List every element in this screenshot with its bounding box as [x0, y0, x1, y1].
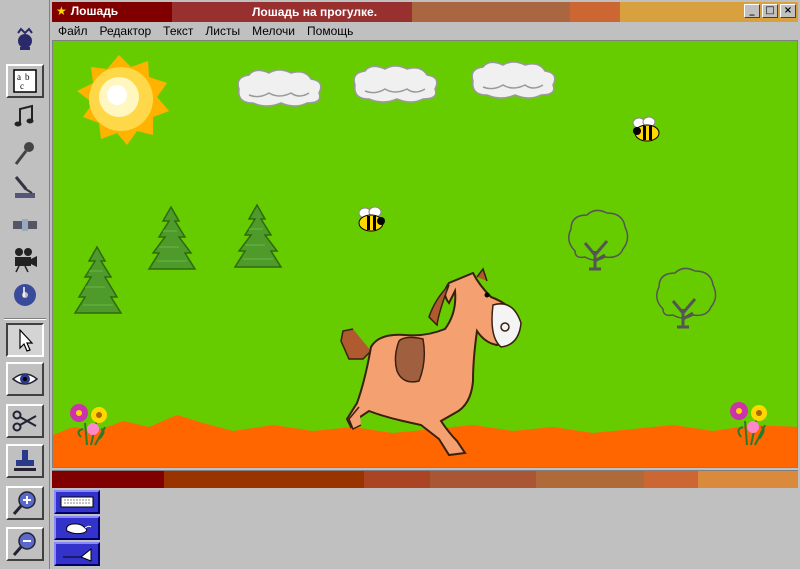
- trumpet-button[interactable]: [54, 542, 100, 566]
- menu-sheets[interactable]: Листы: [205, 24, 240, 38]
- text-tool[interactable]: a b c: [6, 64, 44, 98]
- palette-swatch[interactable]: [52, 471, 164, 489]
- movie-camera-icon: [15, 248, 37, 273]
- keyboard-icon: [60, 496, 94, 508]
- menu-editor[interactable]: Редактор: [100, 24, 152, 38]
- music-tool[interactable]: [6, 100, 44, 134]
- scene-svg: [53, 55, 797, 467]
- horse[interactable]: [340, 267, 522, 457]
- microphone-tool[interactable]: [6, 136, 44, 170]
- oak-tree[interactable]: [656, 267, 717, 329]
- oak-tree[interactable]: [568, 209, 629, 271]
- cd-music-icon: [14, 284, 36, 306]
- menu-misc[interactable]: Мелочи: [252, 24, 295, 38]
- bee[interactable]: [632, 116, 660, 142]
- document-title: Лошадь на прогулке.: [252, 5, 378, 19]
- zoom-out-tool[interactable]: [6, 527, 44, 561]
- stamp-tool[interactable]: [6, 444, 44, 478]
- character-tool[interactable]: [6, 22, 44, 56]
- mouse-icon: [66, 523, 92, 535]
- palette-swatch[interactable]: [698, 471, 798, 489]
- text-letters-icon: a b c: [13, 69, 37, 93]
- title-bar-segment: [570, 2, 620, 22]
- app-title-text: Лошадь: [70, 4, 119, 18]
- scanner-tool[interactable]: [6, 170, 44, 204]
- palette-swatch[interactable]: [536, 471, 644, 489]
- app-title: ★ Лошадь: [56, 4, 118, 18]
- stamp-icon: [14, 450, 36, 471]
- bottom-panel: [52, 488, 798, 569]
- toolbar-separator: [4, 318, 46, 320]
- title-bar: ★ Лошадь Лошадь на прогулке. _ □ ×: [52, 2, 798, 22]
- zoom-out-icon: [12, 532, 36, 556]
- movie-camera-tool[interactable]: [6, 242, 44, 276]
- eye-icon: [11, 373, 39, 385]
- cloud[interactable]: [353, 65, 438, 103]
- menu-file[interactable]: Файл: [58, 24, 88, 38]
- zoom-in-tool[interactable]: [6, 486, 44, 520]
- bee[interactable]: [358, 206, 385, 232]
- scissors-tool[interactable]: [6, 404, 44, 438]
- menu-text[interactable]: Текст: [163, 24, 193, 38]
- menu-bar: Файл Редактор Текст Листы Мелочи Помощь: [52, 22, 798, 40]
- palette-swatch[interactable]: [164, 471, 364, 489]
- zoom-in-icon: [12, 491, 36, 515]
- palette-swatch[interactable]: [644, 471, 698, 489]
- pointer-tool[interactable]: [6, 323, 44, 357]
- menu-help[interactable]: Помощь: [307, 24, 353, 38]
- app-window: a b c ★ Лошадь Лошадь на прогулке. _ □ ×…: [0, 0, 800, 569]
- sun[interactable]: [77, 55, 169, 145]
- filmstrip-tool[interactable]: [6, 208, 44, 242]
- color-palette: [52, 470, 798, 489]
- eye-tool[interactable]: [6, 362, 44, 396]
- palette-swatch[interactable]: [364, 471, 430, 489]
- maximize-button[interactable]: □: [762, 4, 778, 18]
- pine-tree[interactable]: [73, 245, 123, 314]
- svg-text:b: b: [25, 72, 30, 82]
- star-icon: ★: [56, 4, 67, 18]
- pine-tree[interactable]: [233, 203, 283, 268]
- minimize-button[interactable]: _: [744, 4, 760, 18]
- scene-canvas[interactable]: [52, 40, 798, 468]
- cloud[interactable]: [471, 61, 556, 99]
- pointer-arrow-icon: [19, 328, 34, 352]
- close-button[interactable]: ×: [780, 4, 796, 18]
- mouse-button[interactable]: [54, 516, 100, 540]
- character-icon: [17, 27, 33, 50]
- cloud[interactable]: [237, 69, 322, 107]
- title-bar-segment: [412, 2, 570, 22]
- scanner-icon: [14, 176, 35, 198]
- microphone-icon: [14, 142, 34, 165]
- palette-swatch[interactable]: [430, 471, 536, 489]
- keyboard-button[interactable]: [54, 490, 100, 514]
- cd-music-tool[interactable]: [6, 278, 44, 312]
- filmstrip-icon: [13, 219, 37, 231]
- trumpet-icon: [63, 547, 92, 562]
- left-toolbar: a b c: [0, 0, 50, 569]
- window-controls: _ □ ×: [744, 4, 796, 18]
- svg-text:c: c: [20, 81, 24, 91]
- pine-tree[interactable]: [147, 205, 197, 270]
- music-note-icon: [14, 104, 34, 127]
- scissors-icon: [12, 410, 37, 432]
